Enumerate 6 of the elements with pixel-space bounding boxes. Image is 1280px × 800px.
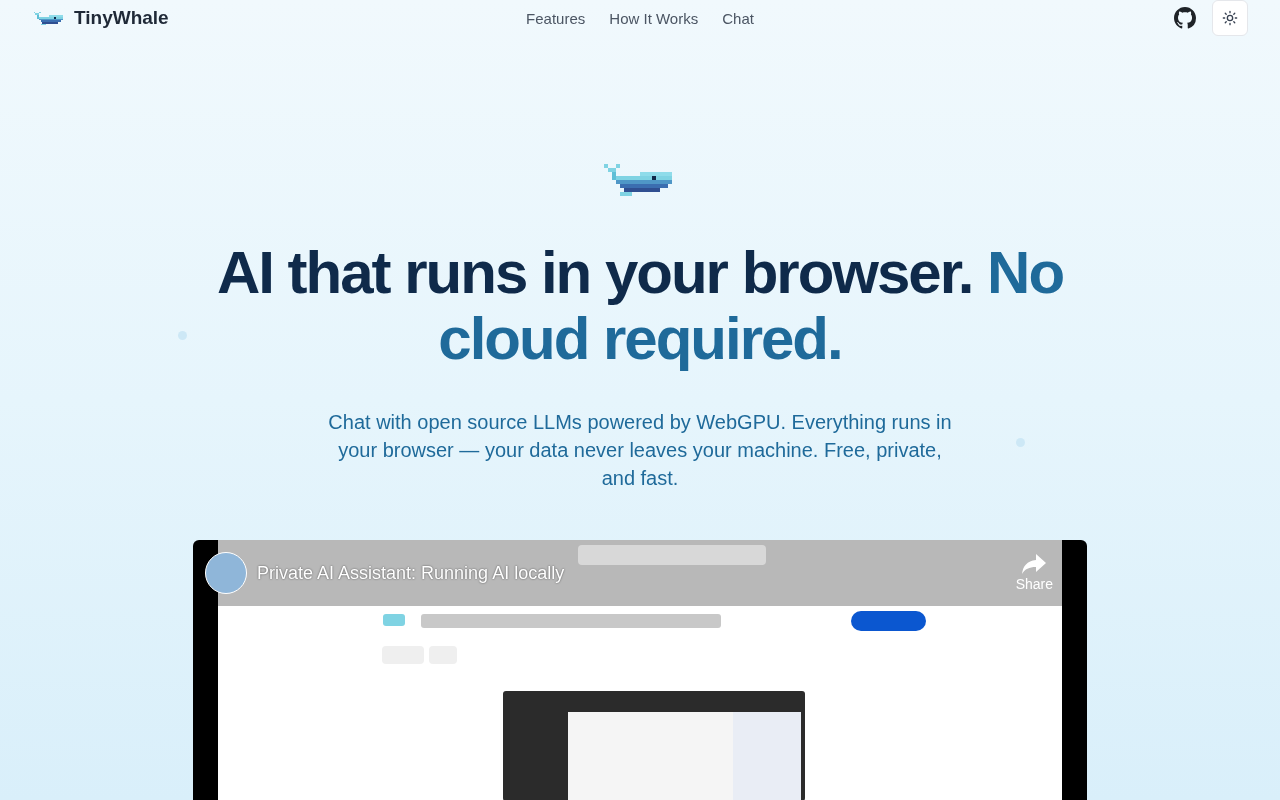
- nav-link[interactable]: How It Works: [609, 9, 699, 27]
- nav-link[interactable]: Features: [526, 9, 586, 27]
- headline: AI that runs in your browser. No cloud required.: [215, 240, 1065, 372]
- brand-name[interactable]: TinyWhale: [74, 7, 169, 29]
- subtitle: Chat with open source LLMs powered by WebGPU. Everything runs in your browser — your data never leaves your machine. Free, private, and fast.: [327, 410, 953, 491]
- nav-link[interactable]: Chat: [722, 9, 754, 27]
